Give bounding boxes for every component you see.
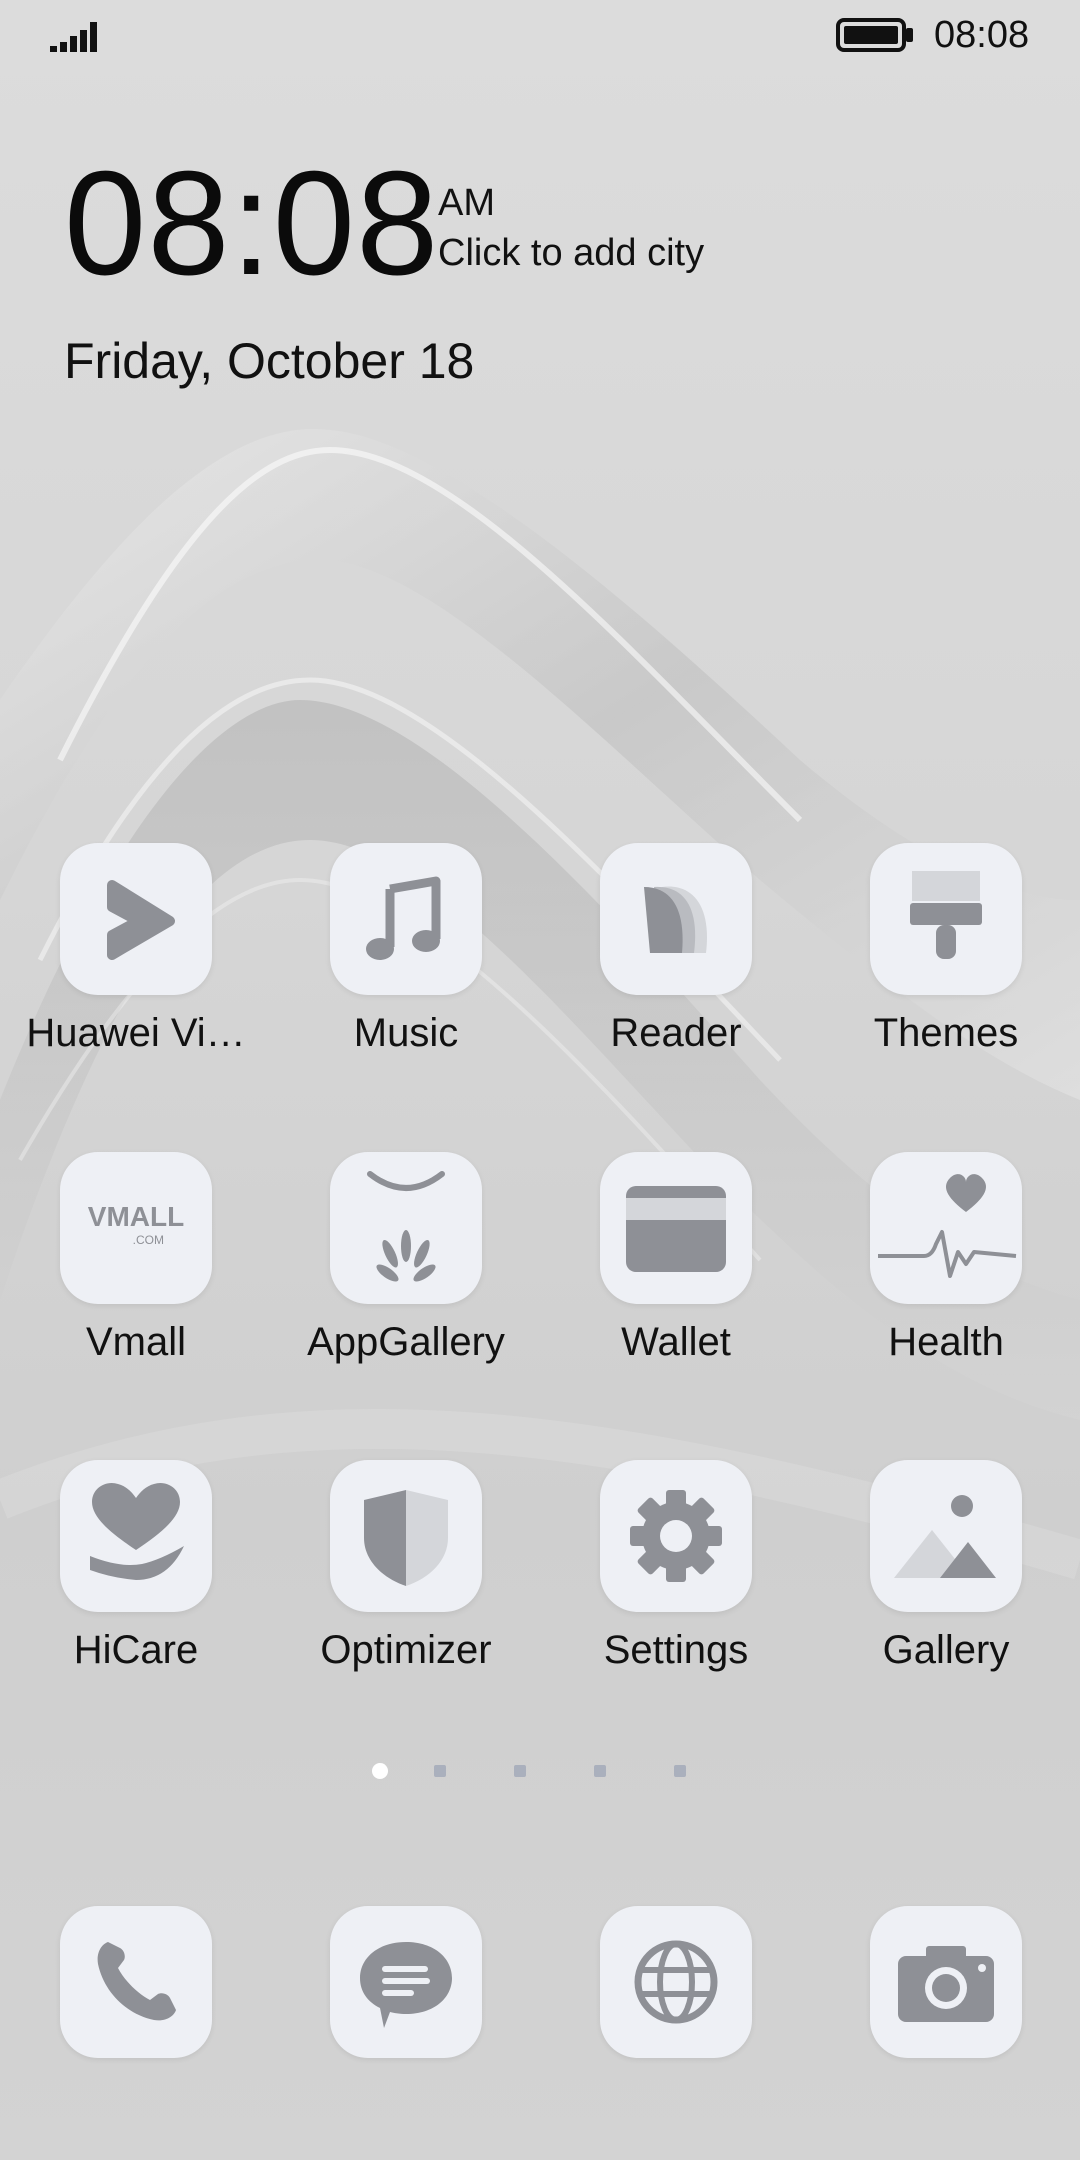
page-dot[interactable] xyxy=(674,1765,686,1777)
app-gallery[interactable]: Gallery xyxy=(810,1460,1050,1690)
hicare-icon[interactable] xyxy=(60,1460,212,1612)
vmall-logo-text: VMALL xyxy=(88,1201,184,1232)
phone-icon[interactable] xyxy=(60,1906,212,2058)
app-wallet[interactable]: Wallet xyxy=(540,1152,780,1382)
page-dot[interactable] xyxy=(514,1765,526,1777)
app-health[interactable]: Health xyxy=(810,1152,1050,1382)
messages-icon[interactable] xyxy=(330,1906,482,2058)
music-icon[interactable] xyxy=(330,843,482,995)
status-bar: 08:08 xyxy=(0,0,1080,70)
wallet-icon[interactable] xyxy=(600,1152,752,1304)
app-appgallery[interactable]: AppGallery xyxy=(270,1152,510,1382)
app-huawei-video[interactable]: Huawei Vi… xyxy=(0,843,246,1073)
huawei-video-icon[interactable] xyxy=(60,843,212,995)
vmall-logo-subtext: .COM xyxy=(133,1233,164,1247)
app-label: Music xyxy=(353,1011,459,1055)
app-label: Themes xyxy=(873,1011,1019,1055)
clock-date[interactable]: Friday, October 18 xyxy=(64,332,474,390)
appgallery-icon[interactable] xyxy=(330,1152,482,1304)
app-label: Optimizer xyxy=(320,1628,492,1672)
battery-icon xyxy=(836,18,913,52)
clock-ampm: AM xyxy=(438,182,495,224)
page-indicator[interactable] xyxy=(370,1763,690,1785)
page-dot[interactable] xyxy=(434,1765,446,1777)
clock-time[interactable]: 08:08 xyxy=(64,150,439,298)
app-music[interactable]: Music xyxy=(270,843,510,1073)
camera-icon[interactable] xyxy=(870,1906,1022,2058)
app-themes[interactable]: Themes xyxy=(810,843,1050,1073)
reader-icon[interactable] xyxy=(600,843,752,995)
page-dot[interactable] xyxy=(594,1765,606,1777)
wallpaper xyxy=(0,0,1080,2160)
settings-icon[interactable] xyxy=(600,1460,752,1612)
app-hicare[interactable]: HiCare xyxy=(0,1460,240,1690)
themes-icon[interactable] xyxy=(870,843,1022,995)
app-label: Health xyxy=(888,1320,1004,1364)
add-city-link[interactable]: Click to add city xyxy=(438,232,704,275)
app-label: Vmall xyxy=(85,1320,187,1364)
vmall-icon[interactable]: VMALL .COM xyxy=(60,1152,212,1304)
optimizer-icon[interactable] xyxy=(330,1460,482,1612)
app-label: Wallet xyxy=(621,1320,731,1364)
signal-icon xyxy=(50,22,97,52)
gallery-icon[interactable] xyxy=(870,1460,1022,1612)
health-icon[interactable] xyxy=(870,1152,1022,1304)
app-label: AppGallery xyxy=(307,1320,505,1364)
app-label: Settings xyxy=(603,1628,749,1672)
browser-icon[interactable] xyxy=(600,1906,752,2058)
app-label: Reader xyxy=(610,1011,742,1055)
app-vmall[interactable]: VMALL .COM Vmall xyxy=(0,1152,240,1382)
app-label: Gallery xyxy=(882,1628,1010,1672)
app-reader[interactable]: Reader xyxy=(540,843,780,1073)
app-label: Huawei Vi… xyxy=(26,1011,246,1055)
status-time: 08:08 xyxy=(934,14,1030,56)
app-settings[interactable]: Settings xyxy=(540,1460,780,1690)
page-dot-active[interactable] xyxy=(372,1763,388,1779)
app-optimizer[interactable]: Optimizer xyxy=(270,1460,510,1690)
app-label: HiCare xyxy=(73,1628,199,1672)
